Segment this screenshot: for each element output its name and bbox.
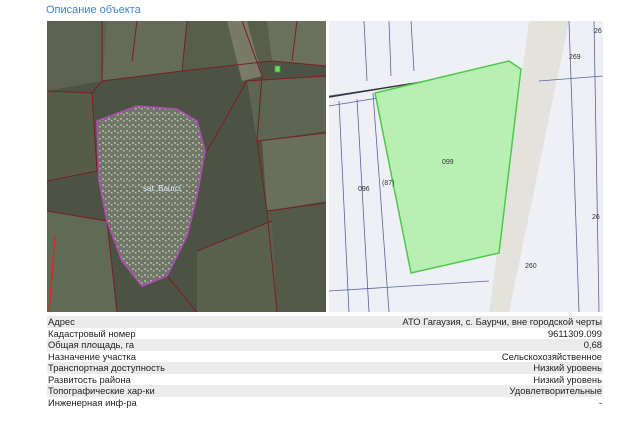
parcel-label-left: 096 xyxy=(358,186,370,193)
row-label: Инженерная инф-ра xyxy=(47,396,254,408)
parcel-label-left-inner: (87) xyxy=(382,180,394,187)
settlement-label: sat. Baurci xyxy=(143,184,181,193)
table-row: Общая площадь, га 0,68 xyxy=(47,339,603,351)
table-row: Адрес АТО Гагаузия, с. Баурчи, вне городс… xyxy=(47,316,603,328)
parcel-label-edge-right: 26 xyxy=(592,214,600,221)
table-row: Топографические хар-ки Удовлетворительные xyxy=(47,385,603,397)
row-label: Транспортная доступность xyxy=(47,362,254,374)
row-value: АТО Гагаузия, с. Баурчи, вне городской ч… xyxy=(253,316,603,328)
parcel-label-bottom-right: 260 xyxy=(525,263,537,270)
parcel-label-subject: 099 xyxy=(442,159,454,166)
row-value: 9611309.099 xyxy=(253,327,603,339)
row-value: Низкий уровень xyxy=(253,373,603,385)
object-info-table: Адрес АТО Гагаузия, с. Баурчи, вне городс… xyxy=(47,316,603,408)
row-label: Развитость района xyxy=(47,373,254,385)
row-label: Кадастровый номер xyxy=(47,327,254,339)
row-label: Общая площадь, га xyxy=(47,339,254,351)
table-row: Инженерная инф-ра - xyxy=(47,396,603,408)
row-value: - xyxy=(253,396,603,408)
cadastral-map[interactable]: 099 096 (87) 269 26 26 260 xyxy=(329,21,603,312)
row-label: Адрес xyxy=(47,316,254,328)
row-value: Удовлетворительные xyxy=(253,385,603,397)
row-label: Топографические хар-ки xyxy=(47,385,254,397)
parcel-label-top-right: 269 xyxy=(569,54,581,61)
row-label: Назначение участка xyxy=(47,350,254,362)
table-row: Развитость района Низкий уровень xyxy=(47,373,603,385)
parcel-label-edge-top: 26 xyxy=(594,28,602,35)
satellite-map[interactable]: sat. Baurci xyxy=(47,21,326,312)
subject-parcel-marker xyxy=(274,65,281,73)
section-title: Описание объекта xyxy=(46,4,141,16)
row-value: 0,68 xyxy=(253,339,603,351)
table-row: Назначение участка Сельскохозяйственное xyxy=(47,350,603,362)
row-value: Низкий уровень xyxy=(253,362,603,374)
row-value: Сельскохозяйственное xyxy=(253,350,603,362)
table-row: Кадастровый номер 9611309.099 xyxy=(47,327,603,339)
table-row: Транспортная доступность Низкий уровень xyxy=(47,362,603,374)
